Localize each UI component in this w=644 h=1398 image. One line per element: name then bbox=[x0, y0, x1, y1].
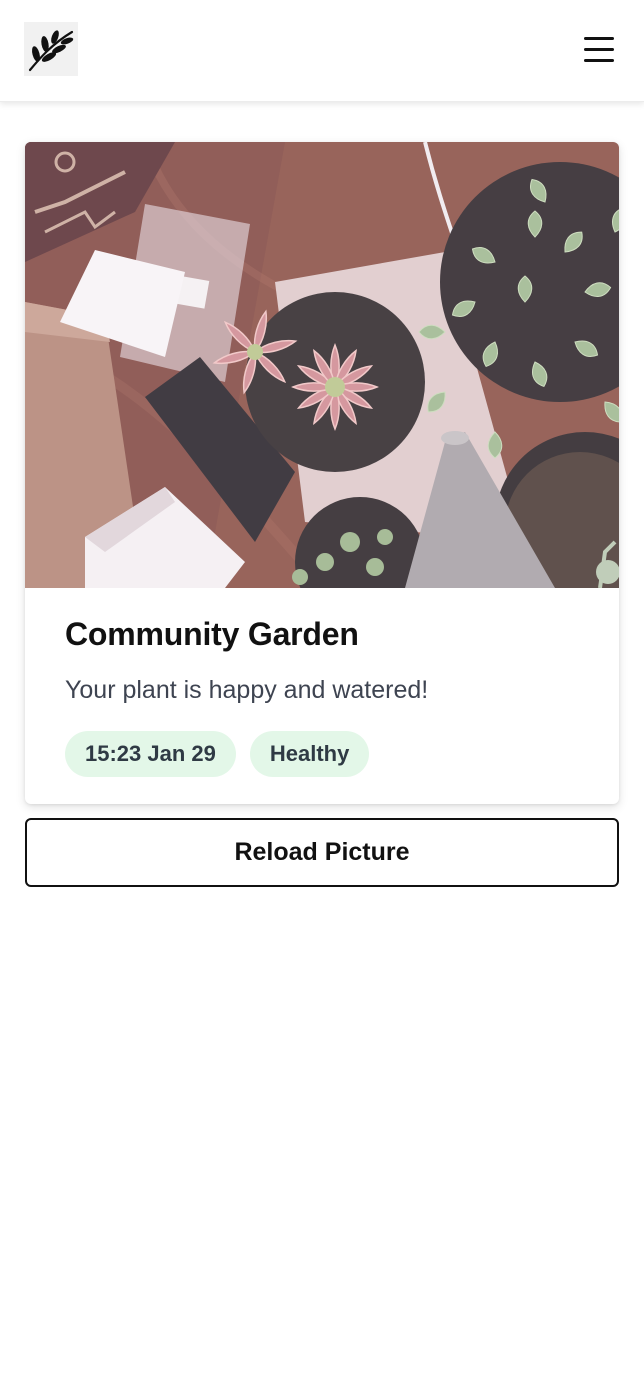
hamburger-menu-icon[interactable] bbox=[578, 28, 620, 70]
plant-status-message: Your plant is happy and watered! bbox=[65, 676, 429, 704]
menu-line bbox=[584, 58, 614, 62]
status-tags: 15:23 Jan 29 Healthy bbox=[65, 731, 370, 777]
health-status-badge: Healthy bbox=[249, 731, 370, 777]
leaf-branch-icon bbox=[28, 30, 74, 72]
menu-line bbox=[584, 47, 614, 51]
plant-photo bbox=[25, 142, 619, 588]
menu-line bbox=[584, 36, 614, 40]
reload-picture-button[interactable]: Reload Picture bbox=[25, 818, 619, 887]
plant-card: Community Garden Your plant is happy and… bbox=[25, 142, 619, 804]
timestamp-badge: 15:23 Jan 29 bbox=[65, 731, 236, 777]
card-title: Community Garden bbox=[65, 616, 359, 652]
top-nav-bar bbox=[0, 0, 644, 102]
app-logo[interactable] bbox=[24, 22, 78, 76]
